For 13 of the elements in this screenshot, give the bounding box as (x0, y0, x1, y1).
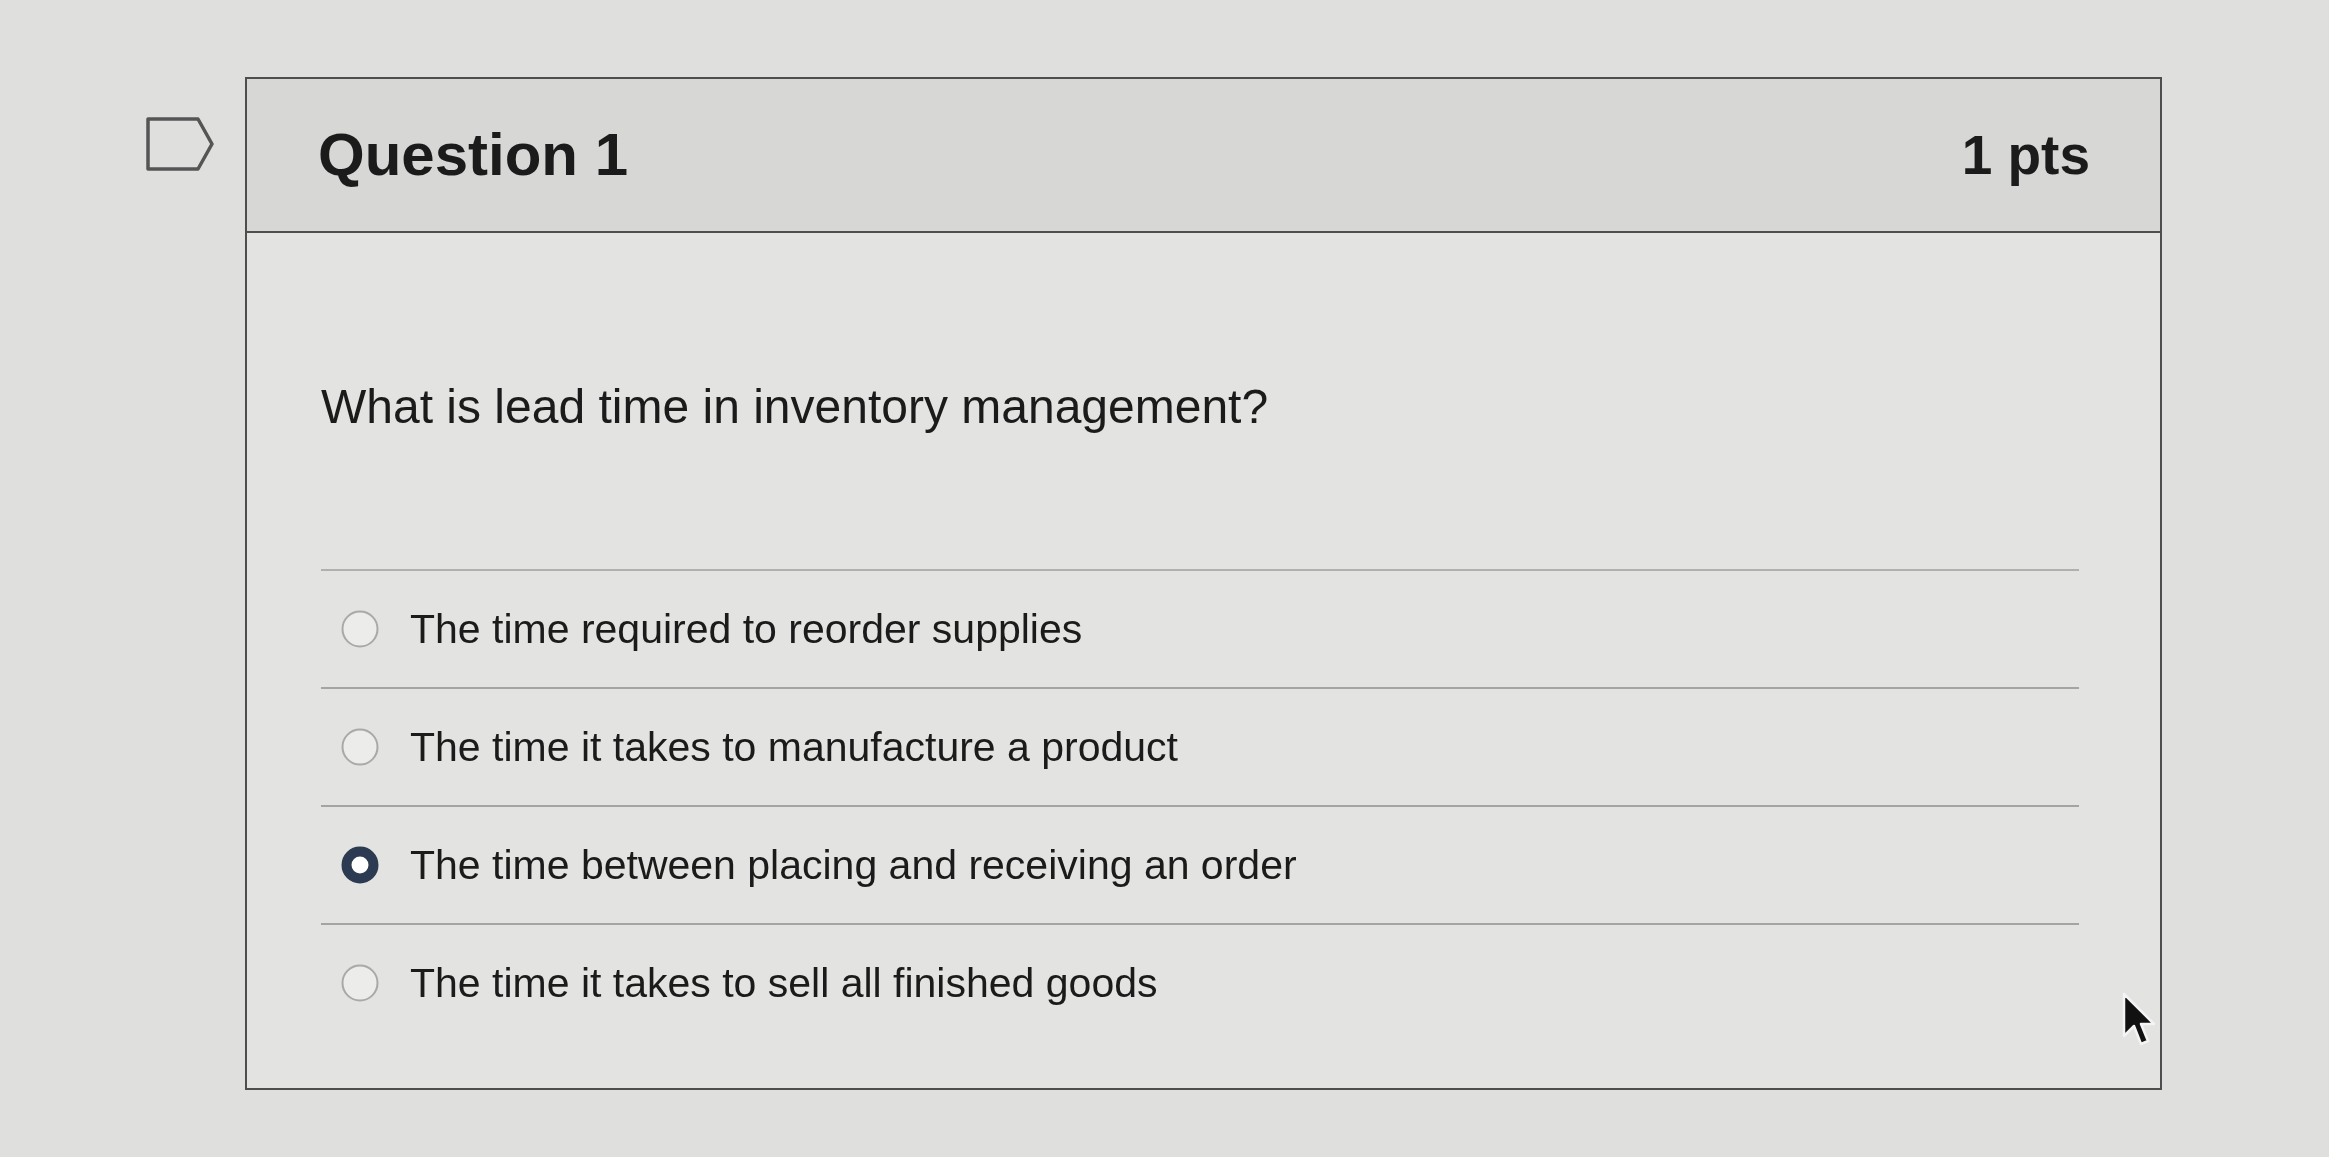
answer-label[interactable]: The time between placing and receiving an order (410, 840, 1297, 890)
radio-button[interactable] (341, 610, 379, 648)
flag-icon[interactable] (146, 117, 214, 171)
radio-button[interactable] (341, 728, 379, 766)
question-title: Question 1 (318, 122, 629, 188)
answer-label[interactable]: The time it takes to sell all finished goods (410, 958, 1158, 1008)
points-label: 1 pts (1961, 124, 2090, 186)
radio-button[interactable] (341, 964, 379, 1002)
answer-label[interactable]: The time it takes to manufacture a product (410, 722, 1178, 772)
cursor-icon (2122, 992, 2156, 1048)
answer-label[interactable]: The time required to reorder supplies (410, 604, 1083, 654)
radio-button[interactable] (341, 846, 379, 884)
question-text: What is lead time in inventory management? (321, 379, 1269, 435)
